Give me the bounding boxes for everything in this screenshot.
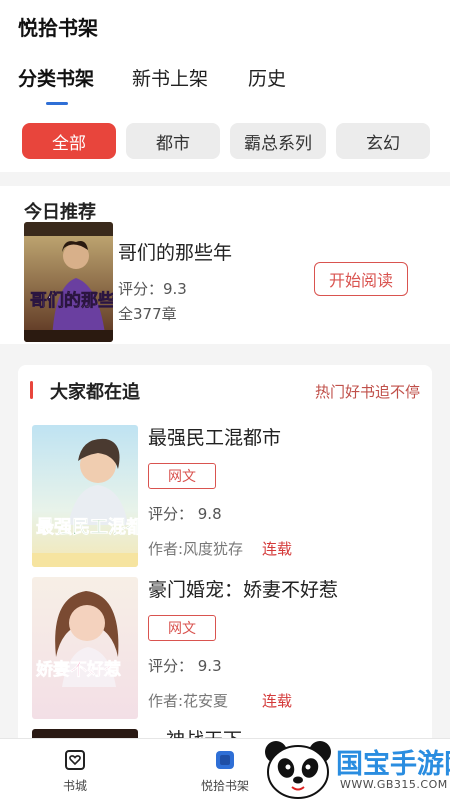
recommend-section-title: 今日推荐: [24, 202, 96, 223]
trending-section: 大家都在追 热门好书追不停 最强民工混都市 最强民工混都市: [18, 365, 432, 745]
book-score: 评分： 9.8: [148, 505, 222, 523]
trending-section-title: 大家都在追: [50, 382, 140, 403]
tab-history[interactable]: 历史: [248, 64, 286, 91]
active-tab-indicator: [46, 102, 68, 105]
genre-tag: 网文: [148, 463, 216, 489]
recommend-book-chapters: 全377章: [118, 305, 177, 323]
category-filter: 全部 都市 霸总系列 玄幻: [0, 123, 450, 159]
book-item[interactable]: 娇妻不好惹 豪门婚宠：娇妻不好惹 网文 评分： 9.3 作者:花安夏 连载: [18, 577, 432, 725]
book-score: 评分： 9.3: [148, 657, 222, 675]
top-header: 悦拾书架 分类书架 新书上架 历史 全部 都市 霸总系列 玄幻: [0, 0, 450, 172]
today-recommend: 今日推荐 哥们的那些年 哥们的那些年 评分：9.3 全377章 开始阅读: [0, 186, 450, 344]
start-reading-button[interactable]: 开始阅读: [314, 262, 408, 296]
category-fantasy[interactable]: 玄幻: [336, 123, 430, 159]
book-cover-title: 最强民工混都市: [36, 516, 138, 538]
book-cover: 娇妻不好惹: [32, 577, 138, 719]
app-title: 悦拾书架: [18, 16, 98, 40]
nav-bookshelf-label: 悦拾书架: [200, 779, 249, 793]
book-item[interactable]: 最强民工混都市 最强民工混都市 网文 评分： 9.8 作者:风度犹存 连载: [18, 425, 432, 573]
recommend-cover-title: 哥们的那些年: [30, 290, 113, 311]
book-author: 作者:花安夏: [148, 692, 229, 710]
section-accent-bar: [30, 381, 33, 399]
book-cover-title: 娇妻不好惹: [36, 659, 121, 680]
bookshelf-icon: [216, 751, 234, 769]
heart-book-icon: [65, 750, 85, 770]
book-title: 豪门婚宠：娇妻不好惹: [148, 579, 339, 601]
nav-bookshelf[interactable]: 悦拾书架: [180, 739, 270, 800]
trending-more-link[interactable]: 热门好书追不停: [315, 381, 420, 402]
site-watermark: 国宝手游网 WWW.GB315.COM: [262, 738, 450, 800]
book-author: 作者:风度犹存: [148, 540, 244, 558]
category-city[interactable]: 都市: [126, 123, 220, 159]
watermark-url: WWW.GB315.COM: [340, 778, 448, 791]
nav-bookstore-label: 书城: [62, 779, 87, 793]
book-cover: 最强民工混都市: [32, 425, 138, 567]
book-status: 连载: [262, 692, 293, 710]
recommend-book-title[interactable]: 哥们的那些年: [118, 238, 232, 265]
genre-tag: 网文: [148, 615, 216, 641]
watermark-text: 国宝手游网: [336, 749, 450, 780]
recommend-book-score: 评分：9.3: [118, 280, 187, 298]
tab-category-shelf[interactable]: 分类书架: [18, 64, 94, 91]
book-title: 最强民工混都市: [148, 427, 282, 449]
tab-new-books[interactable]: 新书上架: [132, 64, 208, 91]
nav-bookstore[interactable]: 书城: [30, 739, 120, 800]
panda-logo-icon: [265, 741, 331, 799]
tab-bar: 分类书架 新书上架 历史: [0, 64, 450, 105]
book-status: 连载: [262, 540, 293, 558]
category-ceo[interactable]: 霸总系列: [230, 123, 326, 159]
recommend-book-cover[interactable]: 哥们的那些年: [24, 222, 113, 342]
category-all[interactable]: 全部: [22, 123, 116, 159]
